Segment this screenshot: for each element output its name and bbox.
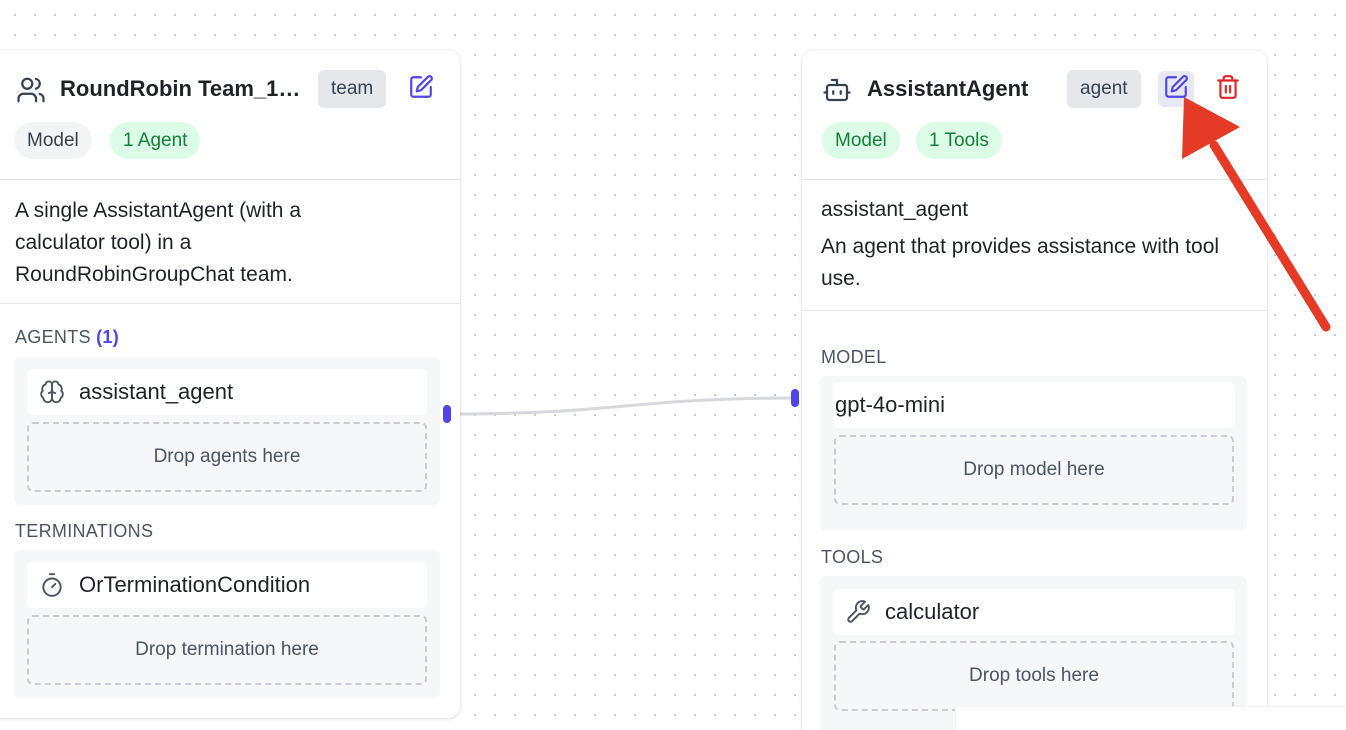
agent-description: An agent that provides assistance with t… (821, 235, 1220, 290)
agent-node[interactable]: AssistantAgent agent Model 1 Tools assis… (802, 50, 1267, 730)
model-section-label: MODEL (821, 347, 887, 367)
agent-delete-button[interactable] (1210, 71, 1246, 107)
team-description-block: A single AssistantAgent (with a calculat… (0, 180, 460, 304)
tools-drop-text: Drop tools here (969, 665, 1099, 686)
agent-description-block: assistant_agent An agent that provides a… (802, 180, 1267, 311)
model-drop-text: Drop model here (963, 459, 1105, 480)
tool-item-label: calculator (885, 599, 980, 624)
users-icon (14, 75, 48, 105)
brain-icon (39, 379, 65, 405)
team-model-pill: Model (14, 122, 92, 159)
agents-drop-text: Drop agents here (153, 446, 301, 467)
edit-icon (408, 74, 434, 105)
termination-item[interactable]: OrTerminationCondition (27, 562, 427, 608)
agents-label-text: AGENTS (15, 327, 91, 347)
agent-input-handle[interactable] (791, 389, 799, 407)
trash-icon (1215, 74, 1241, 105)
termination-drop-text: Drop termination here (135, 639, 319, 660)
terminations-section-label: TERMINATIONS (15, 521, 154, 541)
agent-item-label: assistant_agent (79, 379, 234, 404)
agents-count: (1) (96, 327, 120, 347)
model-item-label: gpt-4o-mini (835, 392, 946, 417)
agent-model-pill: Model (822, 122, 900, 159)
termination-drop-zone[interactable]: Drop termination here (27, 615, 427, 685)
team-agent-count-pill: 1 Agent (110, 122, 201, 159)
team-edit-button[interactable] (403, 71, 439, 107)
agent-name: assistant_agent (821, 198, 969, 221)
bot-icon (820, 75, 854, 105)
timer-icon (39, 572, 65, 598)
agents-drop-zone[interactable]: Drop agents here (27, 422, 427, 492)
tool-item[interactable]: calculator (833, 589, 1235, 635)
model-section: gpt-4o-mini Drop model here (820, 376, 1247, 530)
terminations-section: OrTerminationCondition Drop termination … (14, 550, 440, 698)
flow-canvas[interactable]: RoundRobin Team_17... team Model 1 Agent… (0, 0, 1346, 730)
model-item[interactable]: gpt-4o-mini (833, 382, 1235, 428)
tools-drop-zone[interactable]: Drop tools here (834, 641, 1234, 711)
agent-title: AssistantAgent (867, 76, 1029, 101)
agents-section-label: AGENTS (1) (15, 327, 119, 348)
team-output-handle[interactable] (443, 405, 451, 423)
agent-node-header: AssistantAgent agent Model 1 Tools (802, 50, 1267, 180)
team-title: RoundRobin Team_17... (60, 76, 304, 101)
team-type-badge: team (318, 70, 387, 108)
agent-item[interactable]: assistant_agent (27, 369, 427, 415)
agent-edit-button[interactable] (1158, 71, 1194, 107)
model-drop-zone[interactable]: Drop model here (834, 435, 1234, 505)
wrench-icon (845, 599, 871, 625)
tools-section-label: TOOLS (821, 547, 884, 567)
edit-icon (1163, 74, 1189, 105)
termination-item-label: OrTerminationCondition (79, 572, 311, 597)
agent-tools-count-pill: 1 Tools (916, 122, 1002, 159)
team-node[interactable]: RoundRobin Team_17... team Model 1 Agent… (0, 50, 460, 718)
agent-type-badge: agent (1067, 70, 1141, 108)
bottom-panel (955, 706, 1346, 730)
team-description: A single AssistantAgent (with a calculat… (15, 199, 301, 286)
team-node-header: RoundRobin Team_17... team Model 1 Agent (0, 50, 460, 180)
agents-section: assistant_agent Drop agents here (14, 357, 440, 505)
